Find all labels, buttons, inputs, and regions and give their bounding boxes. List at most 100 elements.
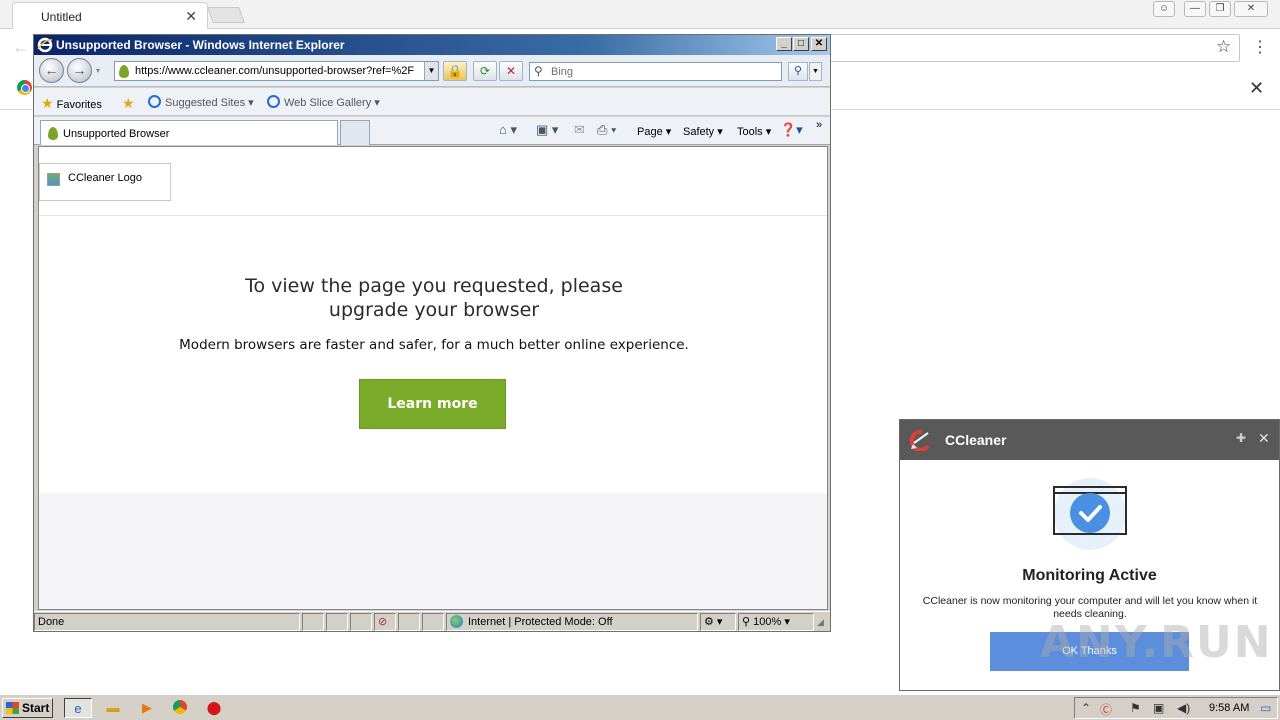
page-subtext: Modern browsers are faster and safer, fo… (179, 337, 689, 353)
web-slice-gallery-label: Web Slice Gallery ▾ (284, 97, 380, 109)
pin-icon[interactable]: ✚ (1236, 431, 1246, 445)
learn-more-button[interactable]: Learn more (359, 379, 506, 429)
system-tray: ⌃ Ⓒ ⚑ ▣ ◀) 9:58 AM ▭ (1074, 697, 1278, 719)
ccleaner-logo-alt-text: CCleaner Logo (68, 172, 142, 184)
feeds-icon[interactable]: ▣ ▾ (536, 122, 558, 138)
page-menu[interactable]: Page ▾ (637, 125, 671, 138)
status-pane (326, 613, 348, 631)
ie-search-options-icon[interactable]: ▼ (809, 62, 822, 81)
chrome-omnibox[interactable] (820, 34, 1240, 62)
favorites-star-icon: ★ (41, 95, 54, 111)
taskbar-explorer-icon[interactable]: ▬ (99, 698, 127, 718)
chrome-tab-close-icon[interactable]: ✕ (185, 8, 197, 25)
status-pane (350, 613, 372, 631)
status-pane (422, 613, 444, 631)
ie-window-title: Unsupported Browser - Windows Internet E… (56, 38, 345, 52)
tray-expand-icon[interactable]: ⌃ (1081, 701, 1091, 715)
ccleaner-favicon-icon (119, 65, 129, 78)
ie-search-button[interactable]: ⚲ (788, 62, 808, 81)
status-text: Done (34, 613, 300, 631)
infobar-close-icon[interactable]: ✕ (1249, 78, 1264, 99)
favorites-button[interactable]: ★ Favorites (41, 95, 102, 112)
zoom-control[interactable]: ⚲ 100% ▾ (738, 613, 814, 631)
tray-volume-icon[interactable]: ◀) (1177, 701, 1190, 715)
chrome-close-button[interactable]: ✕ (1234, 1, 1268, 17)
ie-titlebar[interactable]: Unsupported Browser - Windows Internet E… (34, 35, 830, 55)
chrome-tab-bar: Untitled ✕ ☺ — ❐ ✕ (0, 0, 1280, 29)
status-pane (302, 613, 324, 631)
chrome-profile-icon[interactable]: ☺ (1153, 1, 1175, 17)
start-button[interactable]: Start (2, 698, 53, 718)
ie-command-bar: Unsupported Browser ⌂ ▾ ▣ ▾ ✉ ⎙ ▾ Page ▾… (34, 117, 830, 145)
tray-network-icon[interactable]: ▣ (1153, 701, 1164, 715)
zoom-icon: ⚲ (742, 616, 751, 628)
page-heading-line-1: To view the page you requested, please (245, 275, 623, 297)
monitoring-check-icon (1053, 478, 1127, 550)
taskbar: Start e ▬ ▶ ⬤ ⌃ Ⓒ ⚑ ▣ ◀) 9:58 AM ▭ (0, 694, 1280, 720)
ie-page-icon (267, 95, 280, 108)
monitoring-heading: Monitoring Active (1022, 567, 1157, 584)
ie-refresh-button[interactable]: ⟳ (473, 61, 497, 81)
chrome-logo-icon (17, 80, 32, 95)
tray-clock[interactable]: 9:58 AM (1209, 702, 1249, 714)
ie-stop-button[interactable]: ✕ (499, 61, 523, 81)
suggested-sites-link[interactable]: Suggested Sites ▾ (148, 95, 254, 109)
taskbar-stop-icon[interactable]: ⬤ (200, 698, 228, 718)
ie-tab-unsupported-browser[interactable]: Unsupported Browser (40, 120, 338, 145)
search-icon: ⚲ (534, 64, 543, 78)
ie-minimize-button[interactable]: _ (776, 37, 792, 51)
taskbar-media-player-icon[interactable]: ▶ (133, 698, 161, 718)
chrome-minimize-button[interactable]: — (1184, 1, 1206, 17)
ie-history-dropdown-icon[interactable]: ▾ (96, 66, 100, 75)
internet-globe-icon (450, 615, 463, 628)
tray-flag-icon[interactable]: ⚑ (1130, 701, 1141, 715)
ie-tab-label: Unsupported Browser (63, 128, 170, 140)
ie-search-placeholder: Bing (551, 66, 574, 78)
ie-close-button[interactable]: ✕ (811, 37, 827, 51)
chrome-bookmark-star-icon[interactable]: ☆ (1216, 37, 1231, 57)
print-icon[interactable]: ⎙ ▾ (597, 122, 616, 138)
protected-mode-icon[interactable]: ⚙ ▾ (700, 613, 736, 631)
taskbar-ie-icon[interactable]: e (64, 698, 92, 718)
ie-status-bar: Done ⊘ Internet | Protected Mode: Off ⚙ … (34, 611, 830, 631)
popup-blocker-icon[interactable]: ⊘ (374, 613, 396, 631)
ie-address-dropdown-icon[interactable]: ▼ (424, 62, 438, 80)
ie-window: Unsupported Browser - Windows Internet E… (33, 34, 831, 632)
ie-back-button[interactable]: ← (39, 58, 64, 83)
ccleaner-logo-image[interactable]: CCleaner Logo (39, 163, 171, 201)
help-icon[interactable]: ❓▾ (780, 122, 803, 138)
chrome-back-icon[interactable]: ← (12, 37, 30, 58)
resize-grip-icon[interactable]: ◢ (817, 617, 824, 628)
ie-new-tab-button[interactable] (340, 120, 370, 145)
taskbar-chrome-icon[interactable] (166, 698, 194, 718)
show-desktop-icon[interactable]: ▭ (1260, 701, 1271, 715)
ie-address-bar[interactable]: https://www.ccleaner.com/unsupported-bro… (114, 61, 439, 81)
web-slice-gallery-link[interactable]: Web Slice Gallery ▾ (267, 95, 380, 109)
command-bar-chevron-icon[interactable]: » (816, 119, 822, 131)
ie-favorites-bar: ★ Favorites ★ Suggested Sites ▾ Web Slic… (34, 88, 830, 116)
chrome-tab-untitled[interactable]: Untitled ✕ (12, 2, 208, 29)
safety-menu[interactable]: Safety ▾ (683, 125, 723, 138)
read-mail-icon[interactable]: ✉ (574, 122, 585, 138)
security-zone[interactable]: Internet | Protected Mode: Off (446, 613, 698, 631)
ccleaner-close-icon[interactable]: ✕ (1258, 430, 1270, 447)
page-heading: To view the page you requested, please u… (39, 274, 827, 322)
chrome-menu-icon[interactable]: ⋮ (1252, 37, 1268, 57)
ie-lock-icon[interactable]: 🔒 (443, 61, 467, 81)
home-icon[interactable]: ⌂ ▾ (499, 122, 517, 138)
chrome-restore-button[interactable]: ❐ (1209, 1, 1231, 17)
ccleaner-title: CCleaner (945, 432, 1007, 448)
start-label: Start (22, 701, 50, 715)
ie-forward-button[interactable]: → (67, 58, 92, 83)
broken-image-icon (47, 173, 60, 186)
tray-ccleaner-icon[interactable]: Ⓒ (1100, 701, 1112, 718)
add-favorites-icon[interactable]: ★ (122, 95, 135, 112)
ie-page-icon (148, 95, 161, 108)
ie-navigation-bar: ← → ▾ https://www.ccleaner.com/unsupport… (34, 55, 830, 87)
ie-search-box[interactable]: ⚲ Bing (529, 62, 782, 81)
page-footer (39, 493, 827, 609)
zoom-level: 100% (753, 616, 782, 628)
ie-maximize-button[interactable]: □ (793, 37, 809, 51)
chrome-new-tab-button[interactable] (207, 7, 245, 23)
tools-menu[interactable]: Tools ▾ (737, 125, 771, 138)
